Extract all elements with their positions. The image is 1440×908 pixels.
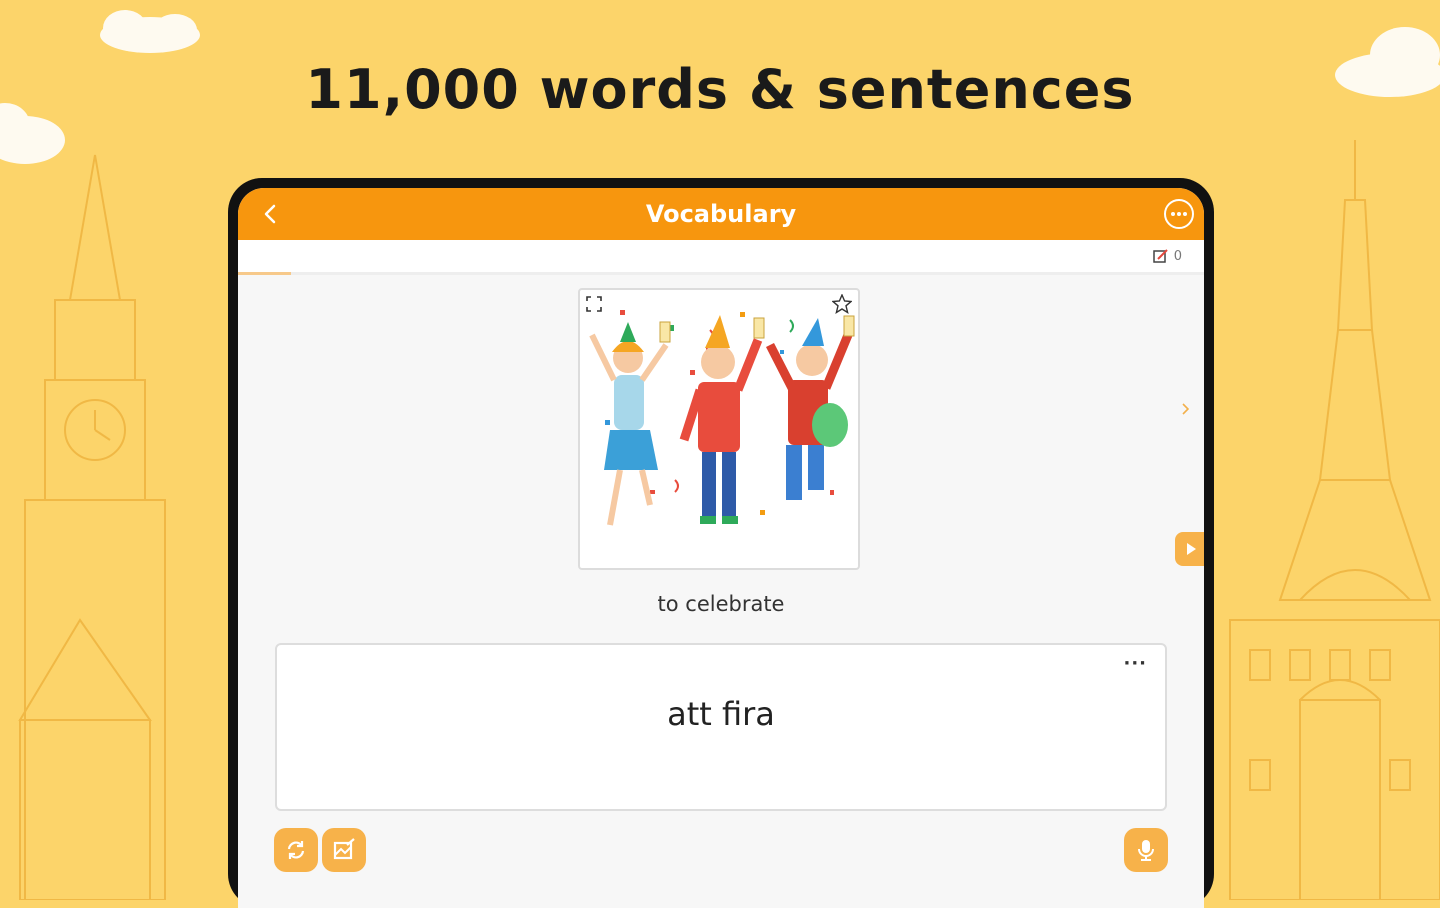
progress-track — [238, 272, 1204, 275]
side-play-tab[interactable] — [1175, 532, 1204, 566]
english-word: to celebrate — [657, 592, 785, 616]
progress-fill — [238, 272, 292, 275]
swap-direction-button[interactable] — [274, 828, 318, 872]
edit-counter-value: 0 — [1173, 248, 1182, 264]
edit-counter[interactable]: 0 — [1152, 248, 1182, 264]
app-screen: Vocabulary 0 to celebrate ··· att fira — [238, 188, 1204, 908]
party-celebration-illustration — [589, 310, 855, 526]
progress-bar-row: 0 — [238, 240, 1204, 275]
favorite-star-icon[interactable] — [832, 294, 852, 314]
screen-title: Vocabulary — [645, 200, 797, 228]
more-horizontal-icon — [1171, 212, 1187, 216]
tablet-frame: Vocabulary 0 to celebrate ··· att fira — [228, 178, 1214, 908]
headline: 11,000 words & sentences — [305, 58, 1135, 121]
swap-icon — [287, 841, 305, 859]
expand-icon[interactable] — [586, 296, 602, 312]
chevron-right-icon — [1182, 403, 1190, 415]
image-edit-icon — [333, 838, 355, 860]
edit-note-icon — [1152, 249, 1168, 263]
next-arrow[interactable] — [1181, 400, 1190, 419]
image-toggle-button[interactable] — [322, 828, 366, 872]
word-image-card[interactable] — [578, 288, 860, 570]
microphone-button[interactable] — [1124, 828, 1168, 872]
play-icon — [1187, 543, 1196, 555]
translation-more-button[interactable]: ··· — [1123, 653, 1147, 674]
app-bar: Vocabulary — [238, 188, 1204, 240]
translation-box[interactable]: ··· att fira — [275, 643, 1167, 811]
more-options-button[interactable] — [1164, 199, 1194, 229]
translation-text: att fira — [667, 695, 775, 733]
microphone-icon — [1138, 840, 1154, 861]
